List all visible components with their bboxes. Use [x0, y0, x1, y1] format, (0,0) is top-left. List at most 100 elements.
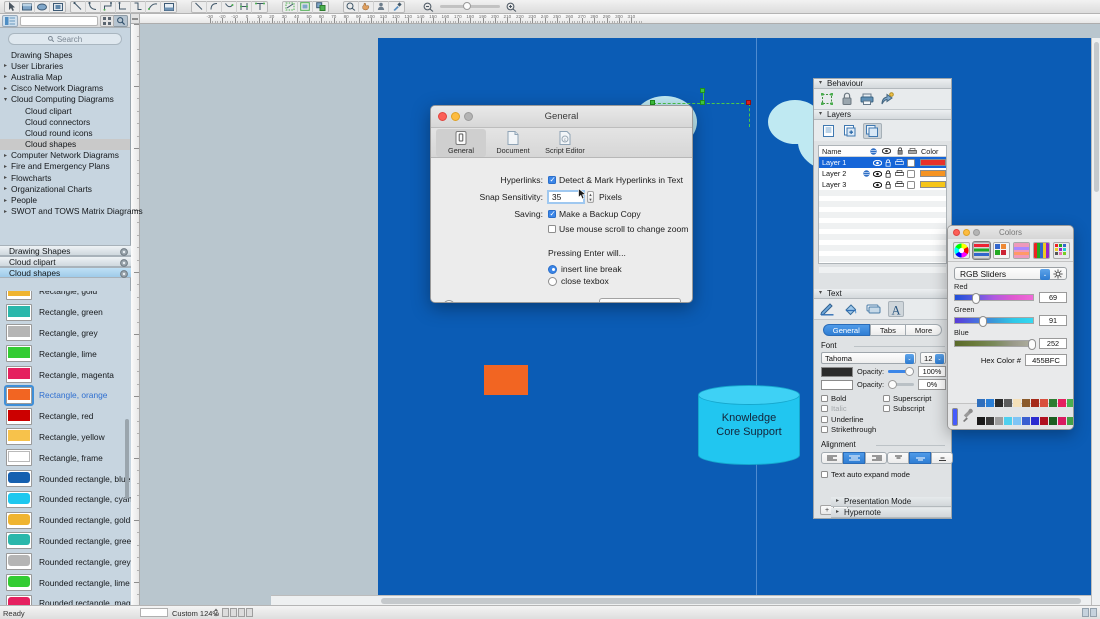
tree-item-australia-map[interactable]: ▸Australia Map [0, 71, 130, 82]
color-swatch[interactable] [1049, 399, 1057, 407]
handle-rotate[interactable] [700, 88, 705, 93]
text-stroke-color-swatch[interactable] [821, 380, 853, 390]
zoom-icon[interactable] [344, 1, 359, 13]
v-scroll-thumb[interactable] [1094, 42, 1099, 192]
shape-list-item[interactable]: Rectangle, magenta [0, 364, 131, 385]
stepper-down-icon[interactable]: ▼ [589, 198, 593, 202]
zoom-slider[interactable] [440, 5, 500, 8]
shape-list-item[interactable]: Rectangle, frame [0, 447, 131, 468]
align-middle-icon[interactable] [909, 452, 931, 464]
sidebar-path-field[interactable] [20, 16, 98, 26]
search-input[interactable]: Search [8, 33, 122, 45]
subscript-checkbox[interactable] [883, 405, 890, 412]
font-size-select[interactable]: 12 ⌄ [920, 352, 946, 364]
layer-color-cell[interactable] [905, 159, 946, 167]
shape-thumbnail[interactable] [6, 491, 32, 508]
shape-thumbnail[interactable] [6, 470, 32, 487]
color-swatch[interactable] [995, 399, 1003, 407]
library-category-cloud-clipart[interactable]: Cloud clipart [0, 256, 131, 267]
shape-thumbnail[interactable] [6, 532, 32, 549]
channel-slider[interactable] [954, 294, 1034, 301]
shape-list-item[interactable]: Rectangle, gold [0, 291, 131, 302]
hyperlinks-checkbox-wrap[interactable]: Detect & Mark Hyperlinks in Text [548, 175, 683, 185]
layers-table[interactable]: Name Color Layer 1Layer 2Layer 3 [818, 145, 947, 264]
shape-thumbnail[interactable] [6, 553, 32, 570]
pointer-icon[interactable] [5, 1, 20, 13]
channel-value[interactable]: 69 [1039, 292, 1067, 303]
color-swatch[interactable] [1067, 399, 1074, 407]
section-presentation-mode[interactable]: Presentation Mode [831, 497, 951, 507]
shape-thumbnail-list[interactable]: Rectangle, goldRectangle, greenRectangle… [0, 291, 131, 619]
layer-color-chip[interactable] [920, 181, 946, 188]
align-top-icon[interactable] [887, 452, 909, 464]
elbow-connector-icon[interactable] [116, 1, 131, 13]
tree-item-cloud-round-icons[interactable]: Cloud round icons [0, 127, 130, 138]
image-palettes-icon[interactable] [1013, 242, 1030, 259]
layer-color-cell[interactable] [905, 170, 946, 178]
stroke-opacity-slider[interactable] [888, 383, 914, 386]
smart-connector-icon[interactable] [237, 1, 252, 13]
color-swatch[interactable] [1031, 417, 1039, 425]
shape-list-item[interactable]: Rectangle, grey [0, 323, 131, 344]
layer-row[interactable]: Layer 1 [819, 157, 946, 168]
page-view-2[interactable] [230, 608, 237, 617]
layer-color-chip[interactable] [920, 159, 946, 166]
strikethrough-checkbox[interactable] [821, 426, 828, 433]
chevron-right-icon[interactable]: ▸ [4, 185, 11, 192]
layer-print-toggle[interactable] [894, 170, 905, 177]
fill-opacity-value[interactable]: 100% [918, 366, 946, 377]
fill-opacity-knob[interactable] [905, 367, 914, 376]
superscript-checkbox[interactable] [883, 395, 890, 402]
check-strikethrough[interactable]: Strikethrough [821, 425, 883, 436]
color-swatch[interactable] [1049, 417, 1057, 425]
canvas-vertical-scrollbar[interactable] [1091, 38, 1100, 608]
color-swatch[interactable] [977, 399, 985, 407]
color-swatch[interactable] [1022, 399, 1030, 407]
shape-list-item[interactable]: Rectangle, orange [0, 385, 131, 406]
channel-slider[interactable] [954, 317, 1034, 324]
tree-item-drawing-shapes[interactable]: Drawing Shapes [0, 49, 130, 60]
color-swatch[interactable] [1004, 399, 1012, 407]
library-category-drawing-shapes[interactable]: Drawing Shapes [0, 245, 131, 256]
color-wheel-icon[interactable] [953, 242, 970, 259]
zoom-out-icon[interactable] [421, 1, 436, 13]
shape-list-item[interactable]: Rounded rectangle, lime [0, 572, 131, 593]
shapelist-scrollbar[interactable] [125, 419, 129, 499]
shape-list-item[interactable]: Rectangle, lime [0, 343, 131, 364]
align-right-icon[interactable] [865, 452, 887, 464]
layer-active-toggle[interactable] [861, 170, 872, 177]
text-tab-tabs[interactable]: Tabs [870, 324, 906, 336]
backup-checkbox[interactable] [548, 210, 556, 218]
shape-thumbnail[interactable] [6, 408, 32, 425]
shape-thumbnail[interactable] [6, 345, 32, 362]
check-underline[interactable]: Underline [821, 414, 883, 425]
tree-item-computer-network-diagrams[interactable]: ▸Computer Network Diagrams [0, 150, 130, 161]
search-icon[interactable] [114, 15, 128, 27]
tree-item-cloud-shapes[interactable]: Cloud shapes [0, 139, 130, 150]
chevron-right-icon[interactable]: ▸ [4, 62, 11, 69]
status-btn-1[interactable] [1082, 608, 1089, 617]
auto-expand-checkbox[interactable] [821, 471, 828, 478]
h-scroll-thumb[interactable] [381, 598, 1081, 604]
tree-item-cloud-clipart[interactable]: Cloud clipart [0, 105, 130, 116]
all-layers-icon[interactable] [863, 123, 882, 139]
section-layers-header[interactable]: Layers [814, 110, 951, 120]
spectrum-icon[interactable] [1033, 242, 1050, 259]
pen-icon[interactable] [252, 1, 267, 13]
shape-thumbnail[interactable] [6, 324, 32, 341]
hyperlink-icon[interactable] [879, 91, 895, 107]
add-layer-icon[interactable] [841, 123, 860, 139]
layer-print-toggle[interactable] [894, 159, 905, 166]
rectangle-icon[interactable] [20, 1, 35, 13]
lock-icon[interactable] [839, 91, 855, 107]
color-swatch[interactable] [1004, 417, 1012, 425]
note-icon[interactable] [161, 1, 176, 13]
fill-tool-icon[interactable] [842, 301, 858, 317]
restore-defaults-button[interactable]: Restore Defaults [599, 298, 681, 303]
page-view-3[interactable] [238, 608, 245, 617]
color-swatch[interactable] [986, 399, 994, 407]
section-text-header[interactable]: Text [814, 289, 951, 299]
page-view-4[interactable] [246, 608, 253, 617]
curve-icon[interactable] [222, 1, 237, 13]
vertical-ruler[interactable] [131, 24, 140, 605]
